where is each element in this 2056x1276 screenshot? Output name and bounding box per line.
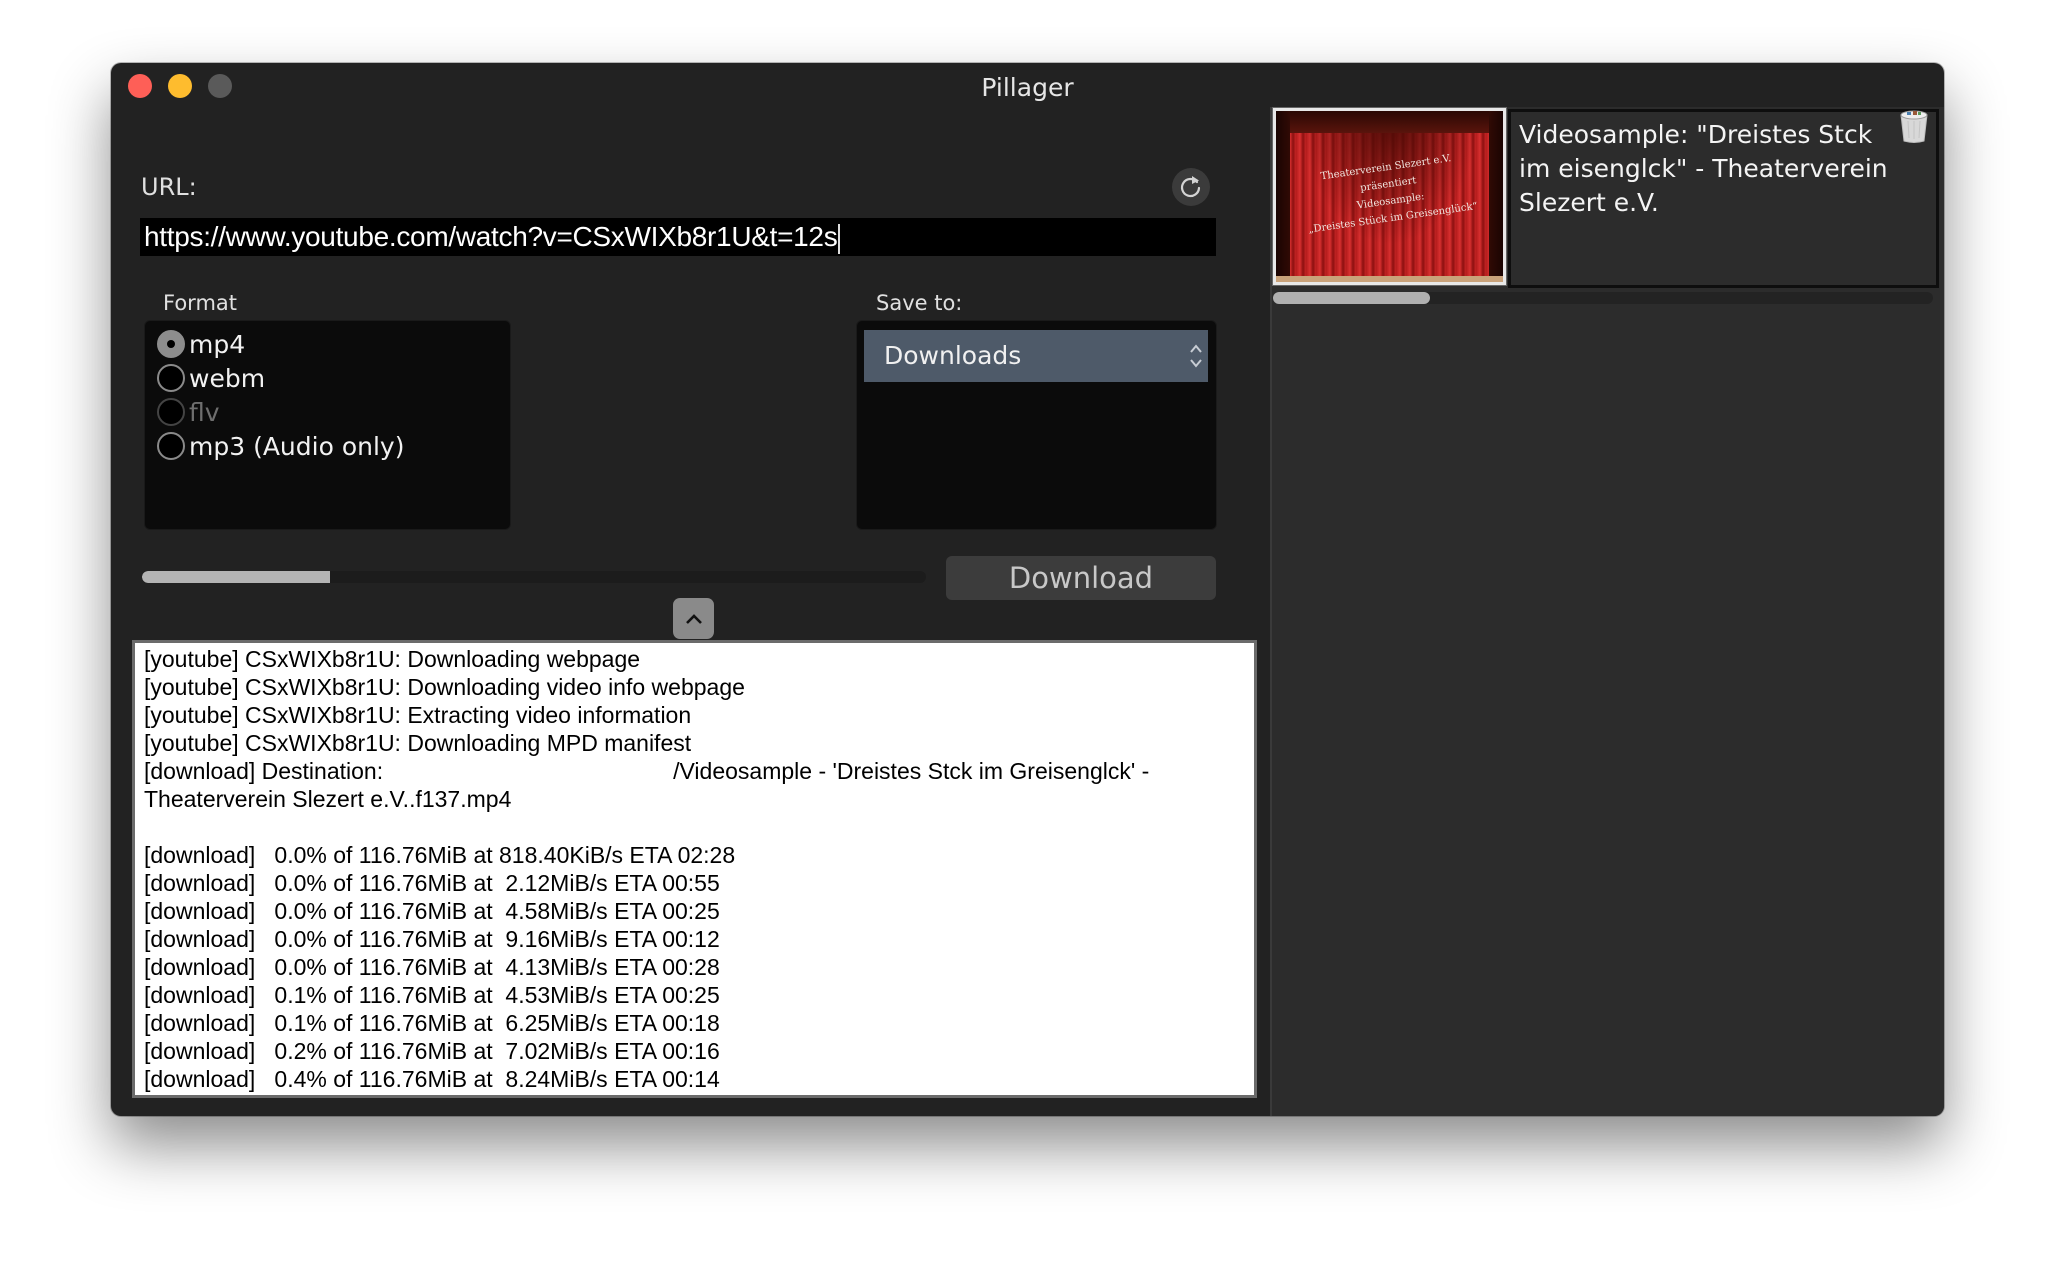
scrollbar-thumb[interactable] (1273, 292, 1430, 304)
title-bar[interactable]: Pillager (111, 63, 1944, 109)
url-input[interactable]: https://www.youtube.com/watch?v=CSxWIXb8… (140, 218, 1216, 256)
collapse-log-button[interactable] (673, 598, 714, 639)
log-line: [download] 0.0% of 116.76MiB at 818.40Ki… (144, 842, 736, 868)
log-output[interactable]: [youtube] CSxWIXb8r1U: Downloading webpa… (132, 640, 1257, 1098)
log-line: [download] 0.0% of 116.76MiB at 4.13MiB/… (144, 954, 720, 980)
log-line: [download] 0.0% of 116.76MiB at 9.16MiB/… (144, 926, 720, 952)
log-line: [youtube] CSxWIXb8r1U: Downloading video… (144, 674, 745, 700)
log-line: [download] 0.1% of 116.76MiB at 6.25MiB/… (144, 1010, 720, 1036)
download-button[interactable]: Download (946, 556, 1216, 600)
log-line: [youtube] CSxWIXb8r1U: Downloading MPD m… (144, 730, 692, 756)
queue-item-title: Videosample: "Dreistes Stck im eisenglck… (1508, 109, 1939, 288)
radio-button[interactable] (157, 364, 185, 392)
radio-label: mp3 (Audio only) (189, 431, 405, 461)
save-to-group: Downloads (856, 320, 1217, 530)
log-line: [youtube] CSxWIXb8r1U: Extracting video … (144, 702, 692, 728)
text-caret (838, 223, 841, 254)
window-title: Pillager (981, 73, 1074, 102)
log-line: [youtube] CSxWIXb8r1U: Downloading webpa… (144, 646, 641, 672)
url-input-value: https://www.youtube.com/watch?v=CSxWIXb8… (144, 221, 838, 252)
format-option-mp3[interactable]: mp3 (Audio only) (157, 429, 404, 463)
stage-floor (1276, 276, 1503, 282)
radio-label: mp4 (189, 329, 246, 359)
video-thumbnail[interactable]: Theaterverein Slezert e.V. präsentiert V… (1272, 107, 1507, 286)
log-line: [download] 0.1% of 116.76MiB at 4.53MiB/… (144, 982, 720, 1008)
progress-fill (142, 571, 331, 583)
thumbnail-caption: Theaterverein Slezert e.V. präsentiert V… (1282, 145, 1496, 241)
refresh-button[interactable] (1172, 168, 1210, 206)
log-line: [download] 0.0% of 116.76MiB at 4.58MiB/… (144, 898, 720, 924)
up-down-chevron-icon (1190, 344, 1202, 368)
radio-button-disabled (157, 398, 185, 426)
chevron-up-icon (685, 613, 702, 624)
log-line: [download] Destination:/Videosample - 'D… (144, 757, 1254, 813)
download-progress-bar (142, 571, 926, 583)
trash-icon[interactable] (1898, 109, 1930, 143)
radio-label: webm (189, 363, 266, 393)
save-location-popup[interactable]: Downloads (864, 330, 1208, 382)
save-location-value: Downloads (884, 341, 1022, 370)
refresh-icon (1180, 176, 1201, 198)
log-destination-label: [download] Destination: (144, 758, 384, 784)
log-line: [download] 0.4% of 116.76MiB at 8.24MiB/… (144, 1066, 720, 1092)
log-line: [download] 0.2% of 116.76MiB at 7.02MiB/… (144, 1038, 720, 1064)
format-option-flv: flv (157, 395, 220, 429)
radio-button-checked[interactable] (157, 330, 185, 358)
format-option-mp4[interactable]: mp4 (157, 327, 245, 361)
url-label: URL: (141, 173, 197, 201)
app-window: Pillager Theaterverein Slezert e.V. präs… (111, 63, 1944, 1116)
radio-button[interactable] (157, 432, 185, 460)
format-radio-group: mp4 webm flv mp3 (Audio only) (144, 320, 511, 530)
curtain-valance (1276, 111, 1503, 133)
queue-horizontal-scrollbar[interactable] (1273, 292, 1933, 304)
log-line: [download] 0.8% of 116.76MiB at 8.80MiB/… (144, 1093, 1254, 1095)
save-to-label: Save to: (876, 291, 963, 315)
radio-label: flv (189, 397, 220, 427)
log-line: [download] 0.0% of 116.76MiB at 2.12MiB/… (144, 870, 720, 896)
format-label: Format (163, 291, 238, 315)
format-option-webm[interactable]: webm (157, 361, 265, 395)
